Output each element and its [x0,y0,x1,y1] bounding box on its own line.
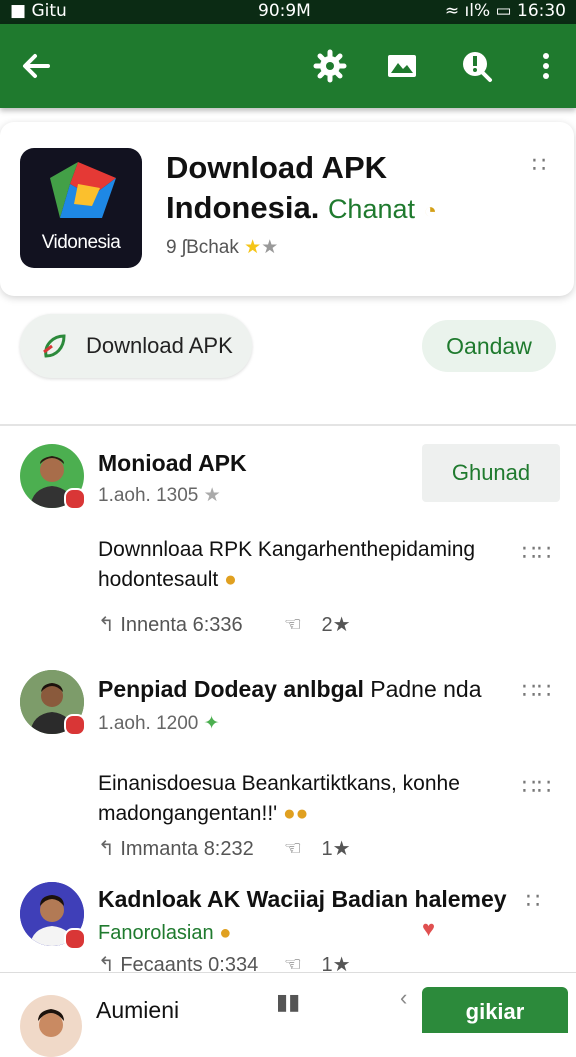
comment-meta-text: 1.aoh. 1305 [98,485,199,506]
battery-icon: ▭ [495,1,512,21]
clock: 16:30 [517,1,566,21]
comment-meta: 1.aoh. 1200 ✦ [98,712,220,735]
star-icon: ★ [332,838,351,860]
comment-sub: Fanorolasian ● [98,922,231,945]
bottom-bar: Aumieni ▮▮ ‹ gikiar [0,972,576,1057]
comment-more-icon[interactable]: ∷∷ [522,774,552,800]
comment-meta: 1.aoh. 1305 ★ [98,484,221,507]
bottom-name: Aumieni [96,997,180,1023]
person-icon [38,1009,64,1037]
app-bar [0,24,576,108]
reply-icon[interactable]: ↰ [98,838,115,860]
status-left-text: Gitu [31,1,67,21]
download-apk-button[interactable]: Download APK [20,314,252,378]
comment-text-line2: madongangentan!!' ●● [98,802,308,826]
card-more-icon[interactable]: ∷ [532,152,547,178]
star-outline-icon: ★ [261,237,279,258]
app-logo: Vidonesia [20,148,142,268]
like-count: 2 [321,614,333,636]
chevron-left-icon[interactable]: ‹ [400,985,407,1011]
verified-badge [64,928,86,950]
leaf-icon [43,334,66,358]
comment-text-line2-text: hodontesault [98,568,219,591]
comment-more-icon[interactable]: ∷∷ [522,678,552,704]
comment-more-icon[interactable]: ∷∷ [522,540,552,566]
primary-action-button[interactable]: gikiar [422,987,568,1033]
comment-text-line1: Einanisdoesua Beankartiktkans, konhe [98,772,460,795]
app-logo-label: Vidonesia [41,232,121,253]
app-title-suffix: Chanat [327,194,416,224]
thumbs-up-icon[interactable]: ☜ [284,838,302,860]
signal-text: ıl% [464,1,491,21]
app-title-main: Indonesia. [166,190,320,225]
comment-author-suffix: Padne nda [370,676,482,702]
status-right: ≈ ıl% ▭ 16:30 [445,0,566,22]
gear-icon[interactable] [312,48,348,84]
pin-icon: ✦ [203,713,220,734]
follow-button[interactable]: Ghunad [422,444,560,502]
emoji-icon: ● [224,568,237,591]
emoji-icon: ● [219,922,232,944]
status-left: ■ Gitu [10,0,67,22]
comment-text-line2-text: madongangentan!!' [98,802,278,825]
secondary-button[interactable]: Oandaw [422,320,556,372]
app-title-line2: Indonesia. Chanat ◔ [166,190,437,226]
wifi-icon: ≈ [444,1,460,21]
comment-time-text: Immanta 8:232 [120,838,254,860]
comment-more-icon[interactable]: ∷ [526,888,541,914]
bookmark-icon[interactable]: ▮▮ [276,989,300,1015]
comment-time: ↰ Immanta 8:232 [98,836,254,861]
like-count: 1 [321,838,333,860]
comment-text-line2: hodontesault ● [98,568,237,592]
download-apk-label: Download APK [86,333,233,358]
avatar[interactable] [20,995,82,1057]
more-vert-icon[interactable] [528,48,564,84]
status-bar: ■ Gitu 90:9M ≈ ıl% ▭ 16:30 [0,0,576,24]
verified-badge [64,488,86,510]
comment-author[interactable]: Penpiad Dodeay anlbgal Padne nda [98,676,482,703]
like-control[interactable]: ☜ 1★ [284,836,351,861]
star-icon: ★ [332,614,351,636]
comment-time: ↰ Innenta 6:336 [98,612,243,637]
emoji-icon: ●● [283,802,309,825]
comment-author[interactable]: Kadnloak AK Waciiaj Badian halemey [98,886,507,913]
rating-text: 9 ʃBchak [166,237,239,258]
back-arrow-icon[interactable] [18,48,54,84]
comment-author[interactable]: Monioad APK [98,450,247,477]
reply-icon[interactable]: ↰ [98,614,115,636]
comment-time-text: Innenta 6:336 [120,614,243,636]
image-icon[interactable] [384,48,420,84]
app-card[interactable]: Vidonesia Download APK Indonesia. Chanat… [0,122,574,296]
star-icon: ★ [244,237,262,258]
comment-meta-text: 1.aoh. 1200 [98,713,199,734]
notification-icon: ■ [10,1,27,21]
section-divider [0,424,576,426]
comment-text-line1: Downnloaa RPK Kangarhenthepidaming [98,538,476,561]
comment-sub-text: Fanorolasian [98,922,214,944]
search-alert-icon[interactable] [458,48,494,84]
comment-author-text: Penpiad Dodeay anlbgal [98,676,364,702]
emoji-icon: ◔ [423,198,437,223]
verified-badge [64,714,86,736]
app-title-line1: Download APK [166,150,388,185]
emoji-icon: ♥ [422,916,436,941]
like-control[interactable]: ☜ 2★ [284,612,351,637]
status-center-time: 90:9M [258,1,311,21]
app-rating: 9 ʃBchak ★★ [166,236,278,259]
thumbs-up-icon[interactable]: ☜ [284,614,302,636]
star-icon: ★ [203,485,221,506]
